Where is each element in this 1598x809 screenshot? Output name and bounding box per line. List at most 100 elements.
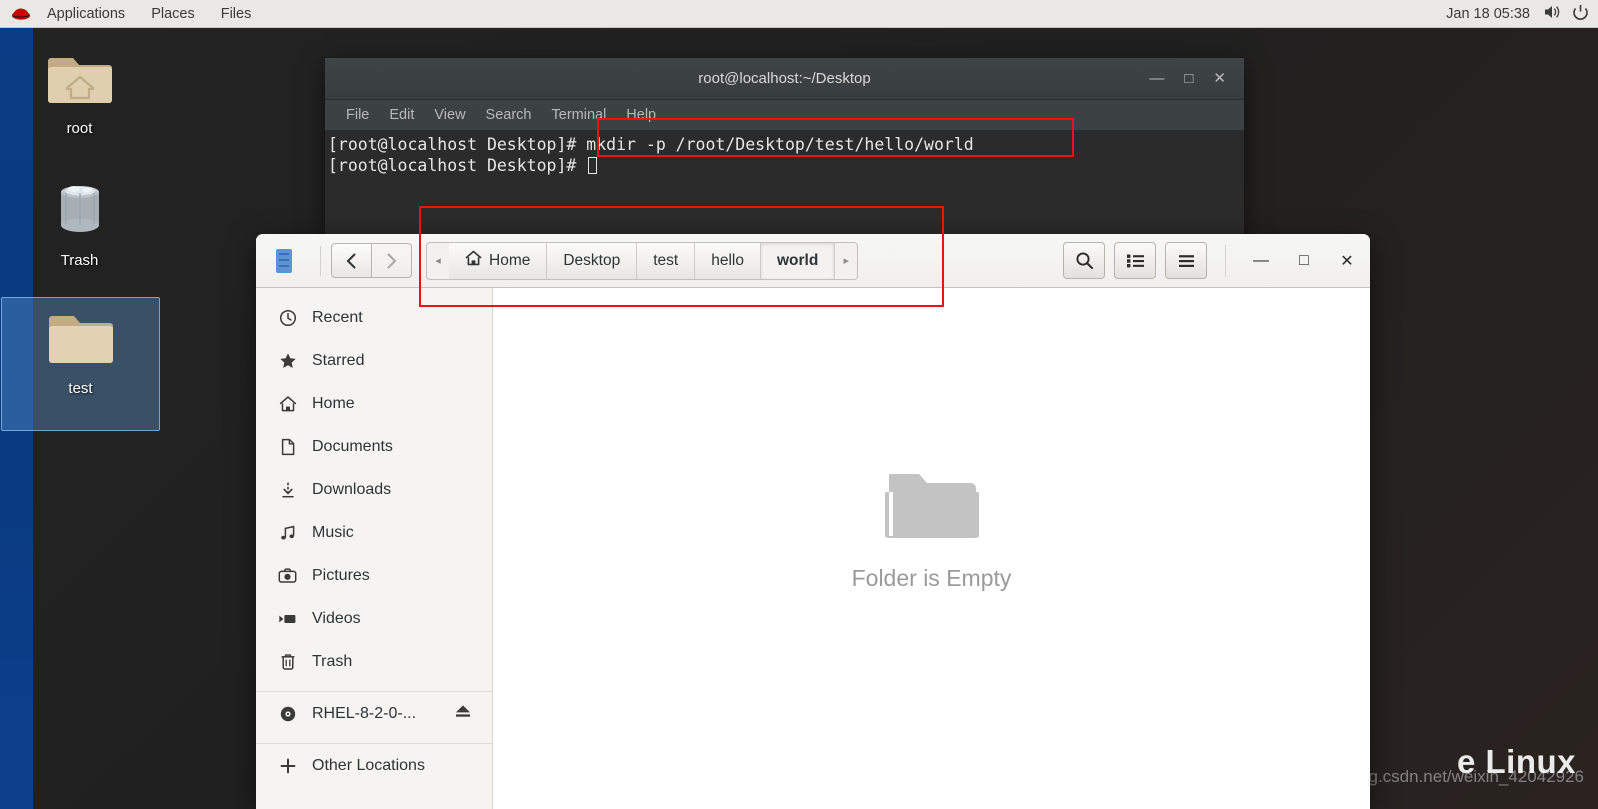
file-manager-header: ◂ Home Desktop test hello world ▸ — □ ✕: [256, 234, 1370, 288]
desktop-icon-root-label: root: [66, 120, 93, 137]
sidebar-item-home-label: Home: [312, 394, 355, 412]
sidebar-item-pictures[interactable]: Pictures: [256, 554, 492, 597]
desktop-icon-test[interactable]: test: [1, 297, 160, 431]
terminal-menu-edit[interactable]: Edit: [380, 105, 423, 125]
terminal-prompt: [root@localhost Desktop]#: [328, 156, 587, 175]
desktop-screen: e Linux https://blog.csdn.net/weixin_420…: [0, 0, 1598, 809]
sidebar-item-downloads[interactable]: Downloads: [256, 468, 492, 511]
terminal-titlebar[interactable]: root@localhost:~/Desktop — □ ✕: [325, 58, 1244, 100]
menu-files[interactable]: Files: [208, 0, 265, 27]
terminal-menubar: File Edit View Search Terminal Help: [325, 100, 1244, 130]
sidebar-item-home[interactable]: Home: [256, 382, 492, 425]
terminal-menu-help[interactable]: Help: [617, 105, 665, 125]
sidebar-item-videos-label: Videos: [312, 609, 361, 627]
empty-folder-icon: [882, 466, 981, 551]
eject-icon[interactable]: [454, 703, 472, 724]
sidebar-item-starred[interactable]: Starred: [256, 339, 492, 382]
sidebar-item-music[interactable]: Music: [256, 511, 492, 554]
desktop-icon-root[interactable]: root: [1, 38, 158, 144]
redhat-logo-icon[interactable]: [10, 6, 32, 22]
back-button[interactable]: [331, 243, 372, 278]
file-manager-minimize-button[interactable]: —: [1244, 244, 1278, 278]
breadcrumb-item-world[interactable]: world: [760, 241, 836, 280]
search-button[interactable]: [1063, 242, 1105, 279]
sidebar-item-other-locations-label: Other Locations: [312, 756, 425, 774]
sidebar-item-recent-label: Recent: [312, 308, 363, 326]
document-icon: [278, 438, 297, 456]
trash-icon: [278, 653, 297, 671]
sidebar-item-other-locations[interactable]: Other Locations: [256, 744, 492, 787]
sidebar-item-trash[interactable]: Trash: [256, 640, 492, 683]
breadcrumb-scroll-right[interactable]: ▸: [835, 241, 859, 280]
volume-icon[interactable]: [1544, 4, 1563, 24]
star-icon: [278, 352, 297, 370]
terminal-menu-view[interactable]: View: [425, 105, 474, 125]
file-manager-close-button[interactable]: ✕: [1330, 244, 1364, 278]
sidebar-item-starred-label: Starred: [312, 351, 365, 369]
terminal-menu-file[interactable]: File: [337, 105, 378, 125]
desktop-icon-trash-label: Trash: [60, 252, 99, 269]
plus-icon: [278, 757, 297, 775]
terminal-cursor: [588, 157, 598, 174]
terminal-line: [root@localhost Desktop]#: [325, 155, 1244, 176]
sidebar-item-documents[interactable]: Documents: [256, 425, 492, 468]
terminal-minimize-button[interactable]: —: [1149, 71, 1164, 86]
sidebar-item-videos[interactable]: Videos: [256, 597, 492, 640]
file-manager-sidebar: Recent Starred Home Documents Downloads …: [256, 288, 493, 809]
terminal-line: [root@localhost Desktop]# mkdir -p /root…: [328, 135, 974, 154]
home-icon: [278, 395, 297, 413]
sidebar-item-downloads-label: Downloads: [312, 480, 392, 498]
menu-applications[interactable]: Applications: [34, 0, 138, 27]
file-manager-maximize-button[interactable]: □: [1287, 244, 1321, 278]
view-toggle-button[interactable]: [1114, 242, 1156, 279]
home-folder-icon: [47, 48, 113, 113]
breadcrumb-item-hello[interactable]: hello: [695, 241, 761, 280]
sidebar-item-trash-label: Trash: [312, 652, 353, 670]
sidebar-item-rhel-disc[interactable]: RHEL-8-2-0-...: [256, 692, 492, 735]
menu-places-label: Places: [151, 5, 195, 22]
toolbar-divider: [320, 245, 321, 276]
forward-button[interactable]: [372, 243, 412, 278]
desktop-icon-trash[interactable]: Trash: [1, 170, 158, 276]
empty-folder-label: Folder is Empty: [851, 564, 1012, 591]
menu-files-label: Files: [220, 5, 252, 22]
sidebar-item-rhel-disc-label: RHEL-8-2-0-...: [312, 704, 417, 722]
sidebar-item-recent[interactable]: Recent: [256, 296, 492, 339]
file-manager-window[interactable]: ◂ Home Desktop test hello world ▸ — □ ✕ …: [256, 234, 1370, 809]
music-note-icon: [278, 524, 297, 542]
power-icon[interactable]: [1573, 4, 1588, 24]
breadcrumb-item-test[interactable]: test: [637, 241, 696, 280]
terminal-menu-search[interactable]: Search: [477, 105, 541, 125]
file-manager-actions: — □ ✕: [1063, 242, 1370, 279]
breadcrumb-item-desktop[interactable]: Desktop: [547, 241, 638, 280]
breadcrumb-item-desktop-label: Desktop: [563, 251, 621, 269]
folder-icon: [48, 308, 114, 373]
clock-icon: [278, 309, 297, 327]
file-list-area[interactable]: Folder is Empty: [493, 288, 1370, 809]
terminal-close-button[interactable]: ✕: [1213, 71, 1226, 86]
breadcrumb-item-home[interactable]: Home: [449, 241, 548, 280]
sidebar-item-documents-label: Documents: [312, 437, 393, 455]
files-app-icon: [256, 248, 312, 274]
clock[interactable]: Jan 18 05:38: [1446, 6, 1530, 22]
menu-places[interactable]: Places: [138, 0, 208, 27]
camera-icon: [278, 567, 297, 585]
breadcrumb-item-hello-label: hello: [711, 251, 744, 269]
window-buttons-divider: [1225, 244, 1226, 277]
breadcrumb-item-home-label: Home: [489, 251, 531, 269]
top-panel: Applications Places Files Jan 18 05:38: [0, 0, 1598, 28]
file-manager-body: Recent Starred Home Documents Downloads …: [256, 288, 1370, 809]
breadcrumb-item-world-label: world: [776, 251, 819, 269]
home-icon: [465, 250, 482, 271]
breadcrumb: ◂ Home Desktop test hello world ▸: [426, 241, 859, 280]
menu-button[interactable]: [1165, 242, 1207, 279]
terminal-menu-terminal[interactable]: Terminal: [543, 105, 616, 125]
desktop-icon-test-label: test: [68, 380, 93, 397]
sidebar-item-pictures-label: Pictures: [312, 566, 370, 584]
terminal-maximize-button[interactable]: □: [1184, 71, 1193, 86]
sidebar-item-music-label: Music: [312, 523, 354, 541]
download-icon: [278, 481, 297, 499]
disc-icon: [278, 705, 297, 723]
breadcrumb-item-test-label: test: [653, 251, 679, 269]
breadcrumb-scroll-left[interactable]: ◂: [426, 241, 449, 280]
